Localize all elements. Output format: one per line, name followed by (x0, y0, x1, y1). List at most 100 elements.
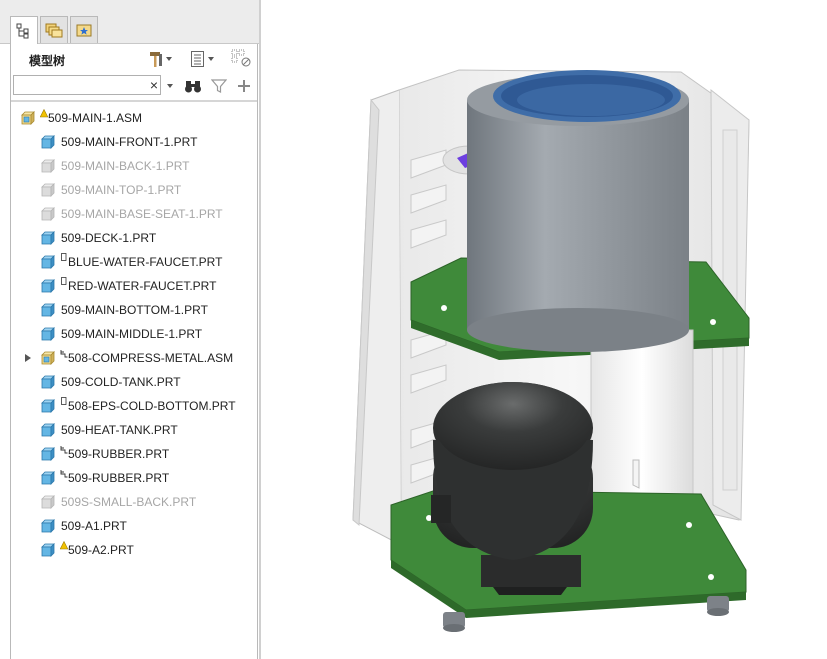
part-icon (41, 279, 55, 293)
tree-item-label: 509-RUBBER.PRT (68, 471, 170, 485)
tree-item[interactable]: 509-A1.PRT (11, 514, 257, 538)
tree-item-label: 509-MAIN-TOP-1.PRT (61, 183, 182, 197)
tree-item[interactable]: 509-HEAT-TANK.PRT (11, 418, 257, 442)
part-icon (41, 543, 55, 557)
tree-search-input[interactable] (14, 76, 144, 94)
tree-item[interactable]: 509-RUBBER.PRT (11, 466, 257, 490)
part-icon (41, 399, 55, 413)
tree-item[interactable]: RED-WATER-FAUCET.PRT (11, 274, 257, 298)
model-tree: 509-MAIN-1.ASM 509-MAIN-FRONT-1.PRT 509-MA… (11, 106, 257, 562)
tree-filter-button[interactable] (208, 75, 230, 97)
assembly-3d-model[interactable] (261, 0, 827, 659)
tree-item-label: 509-MAIN-BASE-SEAT-1.PRT (61, 207, 223, 221)
plus-icon (238, 80, 250, 92)
tree-item[interactable]: 509S-SMALL-BACK.PRT (11, 490, 257, 514)
tab-model-tree[interactable] (10, 16, 38, 45)
folder-browser-icon (45, 23, 63, 38)
chevron-down-icon (167, 84, 173, 88)
tree-item[interactable]: 509-MAIN-BACK-1.PRT (11, 154, 257, 178)
tree-item[interactable]: 508-EPS-COLD-BOTTOM.PRT (11, 394, 257, 418)
tree-settings-button[interactable] (143, 48, 179, 70)
tree-item-label: 509-DECK-1.PRT (61, 231, 157, 245)
part-icon (41, 183, 55, 197)
packaged-icon (60, 350, 68, 358)
search-options-dropdown[interactable] (163, 76, 177, 96)
tree-item-label: 509-RUBBER.PRT (68, 447, 170, 461)
placeholder-box-icon (61, 253, 67, 261)
part-icon (41, 495, 55, 509)
hot-tank (467, 70, 689, 352)
part-icon (41, 231, 55, 245)
tree-item-label: 509-A1.PRT (61, 519, 127, 533)
find-button[interactable] (182, 75, 204, 97)
tree-item-label: 509-HEAT-TANK.PRT (61, 423, 178, 437)
tree-item[interactable]: 509-RUBBER.PRT (11, 442, 257, 466)
tree-filter-toggle-button[interactable] (229, 48, 255, 70)
binoculars-icon (185, 81, 201, 93)
packaged-icon (60, 446, 68, 454)
tree-item[interactable]: 509-MAIN-TOP-1.PRT (11, 178, 257, 202)
tree-item-label: BLUE-WATER-FAUCET.PRT (68, 255, 223, 269)
tree-item-label: 509-COLD-TANK.PRT (61, 375, 181, 389)
tree-filter-icon (231, 49, 251, 67)
tree-item[interactable]: 509-MAIN-1.ASM (11, 106, 257, 130)
favorites-icon (76, 24, 92, 37)
tree-item[interactable]: 509-MAIN-BOTTOM-1.PRT (11, 298, 257, 322)
tree-item-label: 509S-SMALL-BACK.PRT (61, 495, 197, 509)
graphics-window[interactable] (259, 0, 827, 659)
tree-item[interactable]: 509-A2.PRT (11, 538, 257, 562)
tree-item-label: 508-EPS-COLD-BOTTOM.PRT (68, 399, 236, 413)
assembly-icon (21, 111, 35, 125)
tree-header-divider (11, 100, 257, 102)
part-icon (41, 207, 55, 221)
expand-arrow-icon[interactable] (24, 353, 32, 363)
tree-item-label: 509-MAIN-BOTTOM-1.PRT (61, 303, 208, 317)
part-icon (41, 303, 55, 317)
tree-item-label: RED-WATER-FAUCET.PRT (68, 279, 217, 293)
tree-search-field[interactable]: × (13, 75, 161, 95)
part-icon (41, 423, 55, 437)
tree-item[interactable]: BLUE-WATER-FAUCET.PRT (11, 250, 257, 274)
tree-item-label: 509-MAIN-FRONT-1.PRT (61, 135, 198, 149)
tree-item-label: 509-A2.PRT (68, 543, 134, 557)
tree-item[interactable]: 508-COMPRESS-METAL.ASM (11, 346, 257, 370)
part-icon (41, 327, 55, 341)
tree-item-label: 509-MAIN-MIDDLE-1.PRT (61, 327, 203, 341)
tree-item[interactable]: 509-MAIN-MIDDLE-1.PRT (11, 322, 257, 346)
part-icon (41, 447, 55, 461)
tree-item[interactable]: 509-DECK-1.PRT (11, 226, 257, 250)
part-icon (41, 159, 55, 173)
tree-item[interactable]: 509-MAIN-FRONT-1.PRT (11, 130, 257, 154)
assembly-icon (41, 351, 55, 365)
warning-icon (60, 541, 68, 550)
part-icon (41, 471, 55, 485)
model-tree-panel: 模型树 × 509-MAIN-1.ASM 509-MAIN-FRONT-1.PR… (10, 44, 258, 659)
tree-item[interactable]: 509-COLD-TANK.PRT (11, 370, 257, 394)
tree-item-label: 509-MAIN-1.ASM (48, 111, 143, 125)
part-icon (41, 519, 55, 533)
placeholder-box-icon (61, 277, 67, 285)
navigator-tab-bar (0, 0, 259, 45)
tree-item[interactable]: 509-MAIN-BASE-SEAT-1.PRT (11, 202, 257, 226)
placeholder-box-icon (61, 397, 67, 405)
tab-favorites[interactable] (70, 16, 98, 43)
part-icon (41, 375, 55, 389)
part-icon (41, 135, 55, 149)
model-tree-title: 模型树 (29, 54, 66, 68)
tab-folder-browser[interactable] (40, 16, 68, 43)
packaged-icon (60, 470, 68, 478)
chevron-down-icon (208, 57, 214, 61)
tree-item-label: 508-COMPRESS-METAL.ASM (68, 351, 234, 365)
navigator-panel: 模型树 × 509-MAIN-1.ASM 509-MAIN-FRONT-1.PR… (0, 0, 259, 659)
clear-search-icon[interactable]: × (150, 77, 158, 93)
funnel-filter-icon (211, 79, 227, 93)
list-show-icon (191, 51, 204, 67)
warning-icon (40, 109, 48, 118)
tree-show-button[interactable] (185, 48, 221, 70)
model-tree-icon (16, 23, 29, 39)
tree-item-label: 509-MAIN-BACK-1.PRT (61, 159, 190, 173)
hammer-settings-icon (150, 52, 162, 67)
chevron-down-icon (166, 57, 172, 61)
add-column-button[interactable] (233, 75, 255, 97)
part-icon (41, 255, 55, 269)
